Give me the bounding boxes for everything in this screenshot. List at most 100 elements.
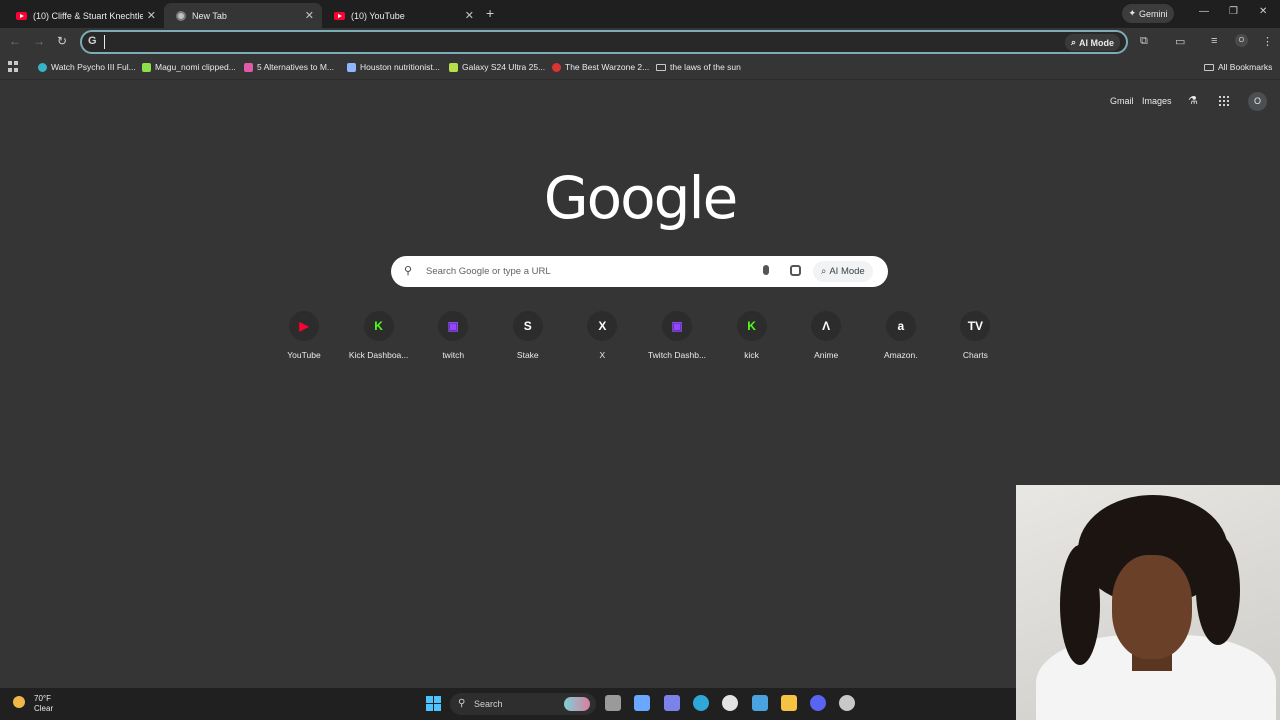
search-highlight-icon [564,697,590,711]
ai-search-icon: ⌕ [821,266,827,277]
x-icon: X [587,311,618,341]
teams-icon[interactable] [663,695,680,711]
all-bookmarks-button[interactable]: All Bookmarks [1204,62,1272,72]
tab-new-tab[interactable]: New Tab ✕ [164,3,322,28]
google-account-avatar[interactable]: O [1248,92,1267,111]
bookmark-label: 5 Alternatives to M... [257,62,335,72]
back-icon[interactable]: ← [9,34,21,48]
tradingview-icon: TV [960,311,991,341]
bookmark-item[interactable]: Houston nutritionist... [347,62,440,72]
shortcut-tile[interactable]: ▣ twitch [416,311,490,371]
shortcut-label: X [599,350,606,360]
media-control-icon[interactable]: ≡ [1211,35,1217,47]
shortcut-tile[interactable]: ▣ Twitch Dashb... [640,311,714,371]
bookmark-favicon-icon [347,62,356,72]
bookmark-item[interactable]: Watch Psycho III Ful... [38,62,136,72]
tab-cliffe[interactable]: (10) Cliffe & Stuart Knechtle Ha ✕ [4,3,164,28]
google-logo: Google [543,164,739,232]
tab-title: (10) Cliffe & Stuart Knechtle Ha [33,10,143,21]
shortcut-tile[interactable]: Kkick [715,311,789,371]
taskbar-search-label: Search [474,699,503,709]
bookmark-item[interactable]: 5 Alternatives to M... [244,62,334,72]
chrome-icon[interactable] [722,695,739,711]
folder-icon [1204,63,1214,71]
search-icon: ⚲ [458,698,466,709]
ai-mode-button[interactable]: ⌕ AI Mode [1064,34,1120,51]
bookmark-item[interactable]: Galaxy S24 Ultra 25... [449,62,545,72]
google-search-box[interactable]: ⚲ Search Google or type a URL ⌕ AI Mode [391,256,888,287]
close-icon[interactable]: ✕ [147,9,156,22]
microphone-icon[interactable] [763,265,769,275]
shortcut-tile[interactable]: TV Charts [938,311,1012,371]
google-apps-icon[interactable] [1219,96,1229,106]
app-icon[interactable] [839,695,856,711]
windows-start-icon[interactable] [426,696,441,711]
images-link[interactable]: Images [1142,96,1172,106]
bookmark-favicon-icon [38,62,47,72]
reload-icon[interactable]: ↻ [57,34,67,48]
gmail-link[interactable]: Gmail [1110,96,1134,106]
minimize-icon[interactable]: — [1199,6,1209,17]
edge-icon[interactable] [692,695,709,711]
shortcut-label: Kick Dashboa... [348,350,409,360]
webcam-hair [1060,545,1100,665]
google-lens-icon[interactable] [790,265,801,276]
tab-title: (10) YouTube [351,10,405,21]
chrome-icon [176,10,186,21]
webcam-face [1112,555,1192,659]
shortcut-label: Twitch Dashb... [647,350,707,360]
bookmark-favicon-icon [449,62,458,72]
bookmark-label: Houston nutritionist... [360,62,440,72]
taskbar-search[interactable]: ⚲ Search [450,693,596,715]
forward-icon[interactable]: → [33,34,45,48]
youtube-icon [16,11,27,20]
bookmark-label: The Best Warzone 2... [565,62,650,72]
task-view-icon[interactable] [605,695,621,711]
close-icon[interactable]: ✕ [465,9,474,22]
new-tab-button[interactable]: + [486,5,494,21]
moon-weather-icon [13,696,25,708]
discord-icon[interactable] [810,695,827,711]
shortcut-label: Amazon. [884,350,918,360]
search-placeholder[interactable]: Search Google or type a URL [426,266,551,277]
shortcut-tile[interactable]: S Stake [491,311,565,371]
shortcut-tile[interactable]: K Kick Dashboa... [342,311,416,371]
youtube-icon [334,11,345,20]
bookmark-label: the laws of the sun [670,62,741,72]
tab-strip: (10) Cliffe & Stuart Knechtle Ha ✕ New T… [0,0,1280,28]
apps-icon[interactable] [8,61,19,72]
webcam-hair [1196,535,1240,645]
bookmark-item[interactable]: Magu_nomi clipped... [142,62,236,72]
close-icon[interactable]: ✕ [305,9,314,22]
shortcut-tile[interactable]: a Amazon. [864,311,938,371]
bookmarks-bar: Watch Psycho III Ful... Magu_nomi clippe… [0,56,1280,80]
tab-youtube[interactable]: (10) YouTube ✕ [322,3,482,28]
bookmark-folder[interactable]: the laws of the sun [656,62,741,72]
profile-avatar[interactable]: O [1235,34,1248,47]
file-explorer-icon[interactable] [780,695,797,711]
bookmark-item[interactable]: The Best Warzone 2... [552,62,649,72]
bookmark-label: Watch Psycho III Ful... [51,62,136,72]
copilot-icon[interactable] [634,695,651,711]
shortcut-label: Stake [516,350,539,360]
menu-icon[interactable]: ⋮ [1262,35,1273,48]
address-bar[interactable]: G ⌕ AI Mode [80,30,1128,54]
weather-widget[interactable]: 70°F Clear [34,694,53,714]
bookmark-label: Magu_nomi clipped... [155,62,236,72]
labs-flask-icon[interactable]: ⚗ [1188,94,1198,107]
extensions-icon[interactable]: ⧉ [1140,35,1148,48]
bookmark-favicon-icon [552,62,561,72]
restore-icon[interactable]: ❐ [1229,6,1238,17]
bookmark-favicon-icon [244,62,253,72]
close-window-icon[interactable]: ✕ [1259,6,1267,17]
tab-search-icon[interactable]: ▭ [1175,35,1185,48]
gemini-button[interactable]: ✦ Gemini [1122,4,1174,23]
shortcut-tile[interactable]: XX [565,311,639,371]
ai-mode-button[interactable]: ⌕ AI Mode [813,261,873,282]
shortcut-tile[interactable]: Λ Anime [789,311,863,371]
shortcut-label: twitch [442,350,465,360]
store-icon[interactable] [751,695,768,711]
youtube-icon: ▶ [289,311,319,341]
shortcut-tile[interactable]: ▶ YouTube [267,311,341,371]
ai-mode-label: AI Mode [829,266,865,277]
